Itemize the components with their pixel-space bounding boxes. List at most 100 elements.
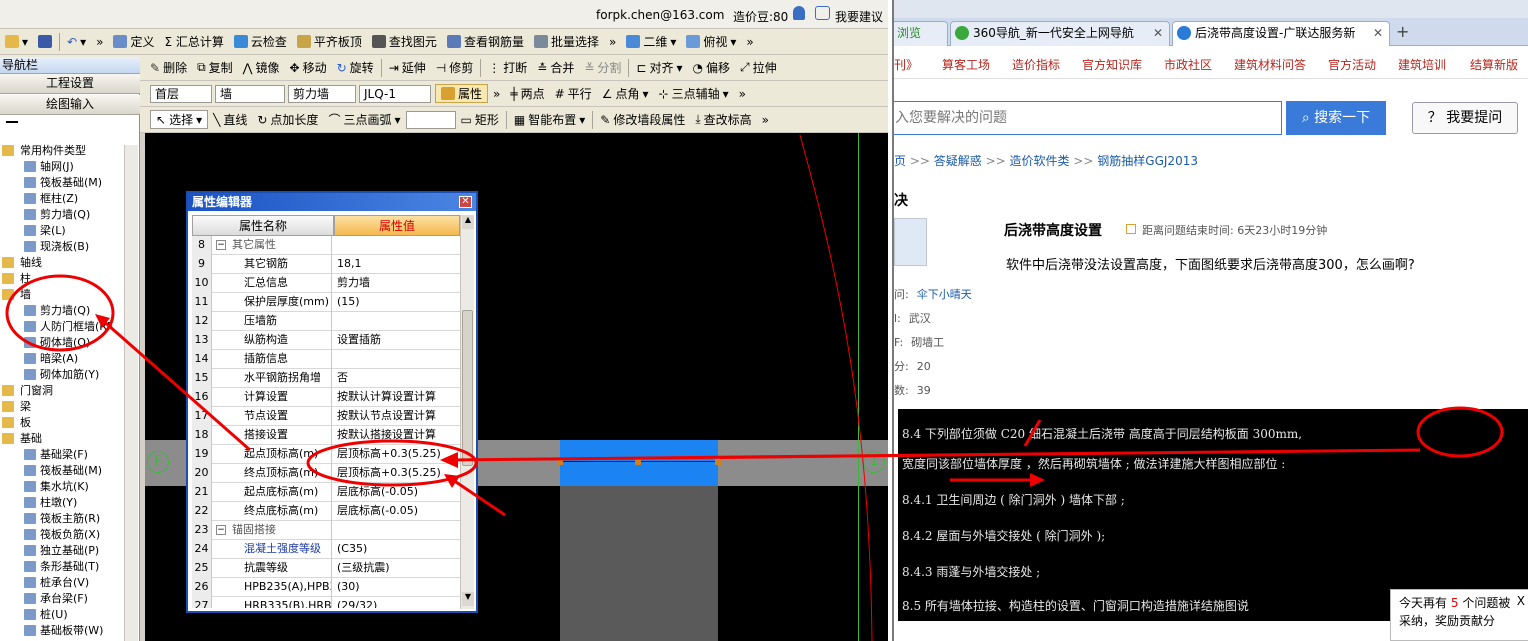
grip-point[interactable]	[557, 459, 563, 465]
align-top-button[interactable]: 平齐板顶	[292, 33, 367, 50]
tree-item[interactable]: 桩承台(V)	[0, 575, 124, 591]
property-row[interactable]: 19 起点顶标高(m) 层顶标高+0.3(5.25)	[192, 445, 460, 464]
tree-item[interactable]: 基础板带(W)	[0, 623, 124, 639]
floor-select[interactable]: 首层	[150, 84, 212, 103]
property-row[interactable]: 16 计算设置 按默认计算设置计算	[192, 388, 460, 407]
site-nav-link[interactable]: 结算新版	[1470, 56, 1518, 73]
view-rebar-button[interactable]: 查看钢筋量	[442, 33, 529, 50]
property-value[interactable]: 设置插筋	[337, 331, 460, 349]
property-value[interactable]: (30)	[337, 578, 460, 596]
tree-item[interactable]: 条形基础(T)	[0, 559, 124, 575]
three-point-arc-button[interactable]: ⌒ 三点画弧 ▾	[323, 111, 405, 128]
cloud-check-button[interactable]: 云检查	[229, 33, 292, 50]
smart-layout-button[interactable]: ▦ 智能布置 ▾	[509, 111, 590, 128]
property-value[interactable]: 层顶标高+0.3(5.25)	[337, 445, 460, 463]
breadcrumb-link[interactable]: 钢筋抽样GGJ2013	[1097, 154, 1198, 168]
tree-item[interactable]: 梁	[0, 399, 124, 415]
batch-select-button[interactable]: 批量选择	[529, 33, 604, 50]
search-input[interactable]: 入您要解决的问题	[894, 101, 1282, 135]
summary-calc-button[interactable]: Σ 汇总计算	[159, 33, 228, 50]
align-dropdown[interactable]: ⊏ 对齐 ▾	[631, 59, 687, 76]
component-subtype-select[interactable]: 剪力墙	[288, 84, 356, 103]
property-row[interactable]: 14 插筋信息	[192, 350, 460, 369]
property-row[interactable]: 9 其它钢筋 18,1	[192, 255, 460, 274]
avatar[interactable]	[894, 218, 927, 266]
tree-item[interactable]: 常用构件类型	[0, 143, 124, 159]
site-nav-link[interactable]: 官方活动	[1328, 56, 1376, 73]
split-button[interactable]: ≚ 分割	[579, 59, 626, 76]
collapse-icon[interactable]	[6, 121, 18, 123]
collapse-icon[interactable]: −	[216, 525, 226, 535]
suggest-link[interactable]: 我要建议	[835, 8, 883, 25]
site-nav-link[interactable]: 刊》	[894, 56, 918, 73]
property-value[interactable]: 按默认节点设置计算	[337, 407, 460, 425]
property-row[interactable]: 12 压墙筋	[192, 312, 460, 331]
copy-button[interactable]: ⧉ 复制	[192, 59, 238, 76]
property-row[interactable]: 18 搭接设置 按默认搭接设置计算	[192, 426, 460, 445]
tree-item[interactable]: 基础梁(F)	[0, 447, 124, 463]
tree-item[interactable]: 砌体墙(Q)	[0, 335, 124, 351]
ask-question-button[interactable]: ？ 我要提问	[1412, 102, 1518, 134]
tree-item[interactable]: 独立基础(P)	[0, 543, 124, 559]
property-row[interactable]: 10 汇总信息 剪力墙	[192, 274, 460, 293]
property-row[interactable]: 8 其它属性 −	[192, 236, 460, 255]
select-button[interactable]: ↖ 选择 ▾	[150, 110, 209, 129]
tree-item[interactable]: 板	[0, 415, 124, 431]
site-nav-link[interactable]: 算客工场	[942, 56, 990, 73]
tree-item[interactable]: 梁(L)	[0, 223, 124, 239]
tree-item[interactable]: 轴网(J)	[0, 159, 124, 175]
property-row[interactable]: 13 纵筋构造 设置插筋	[192, 331, 460, 350]
top-view-dropdown[interactable]: 俯视 ▾	[681, 33, 741, 50]
tree-item[interactable]: 轴线	[0, 255, 124, 271]
trim-button[interactable]: ⊣ 修剪	[431, 59, 478, 76]
two-point-button[interactable]: ╪ 两点	[505, 85, 549, 102]
property-value[interactable]: (15)	[337, 293, 460, 311]
property-scrollbar[interactable]: ▲ ▼	[460, 215, 474, 609]
tab-360-nav[interactable]: 360导航_新一代安全上网导航 ✕	[950, 21, 1170, 46]
property-value[interactable]: 否	[337, 369, 460, 387]
break-button[interactable]: ⋮ 打断	[483, 59, 532, 76]
stretch-button[interactable]: ⤢ 拉伸	[735, 59, 782, 76]
property-row[interactable]: 26 HPB235(A),HPB3 (30)	[192, 578, 460, 597]
properties-button[interactable]: 属性	[435, 84, 489, 103]
point-angle-button[interactable]: ∠ 点角 ▾	[597, 85, 654, 102]
site-nav-link[interactable]: 造价指标	[1012, 56, 1060, 73]
close-icon[interactable]: ✕	[459, 196, 472, 208]
property-value[interactable]: (29/32)	[337, 597, 460, 608]
property-row[interactable]: 17 节点设置 按默认节点设置计算	[192, 407, 460, 426]
tree-item[interactable]: 剪力墙(Q)	[0, 207, 124, 223]
tab-browse[interactable]: 浏览	[894, 21, 948, 46]
open-button[interactable]: ▾	[0, 35, 33, 49]
tree-item[interactable]: 暗梁(A)	[0, 351, 124, 367]
bell-icon[interactable]	[793, 6, 805, 20]
view-2d-dropdown[interactable]: 二维 ▾	[621, 33, 681, 50]
scroll-thumb[interactable]	[462, 310, 473, 466]
parallel-button[interactable]: # 平行	[550, 85, 597, 102]
tree-item[interactable]: 柱墩(Y)	[0, 495, 124, 511]
arc-option-select[interactable]	[405, 110, 456, 129]
property-row[interactable]: 25 抗震等级 (三级抗震)	[192, 559, 460, 578]
tree-item[interactable]: 集水坑(K)	[0, 479, 124, 495]
property-value[interactable]: (C35)	[337, 540, 460, 558]
property-value[interactable]: 按默认计算设置计算	[337, 388, 460, 406]
breadcrumb-link[interactable]: 页	[894, 154, 906, 168]
tree-item[interactable]: 剪力墙(Q)	[0, 303, 124, 319]
rectangle-button[interactable]: ▭ 矩形	[456, 111, 504, 128]
property-row[interactable]: 27 HRB335(B),HRB3 (29/32)	[192, 597, 460, 608]
site-nav-link[interactable]: 官方知识库	[1082, 56, 1142, 73]
site-nav-link[interactable]: 市政社区	[1164, 56, 1212, 73]
tree-item[interactable]: 墙	[0, 287, 124, 303]
breadcrumb-link[interactable]: 答疑解惑	[934, 154, 982, 168]
tree-item[interactable]: 筏板基础(M)	[0, 175, 124, 191]
mirror-button[interactable]: ⋀ 镜像	[238, 59, 285, 76]
site-nav-link[interactable]: 建筑培训	[1398, 56, 1446, 73]
three-point-axis-button[interactable]: ⊹ 三点辅轴 ▾	[654, 85, 734, 102]
extend-button[interactable]: ⇥ 延伸	[384, 59, 431, 76]
tree-item[interactable]: 门窗洞	[0, 383, 124, 399]
close-icon[interactable]: X	[1517, 592, 1525, 610]
tree-item[interactable]: 筏板基础(M)	[0, 463, 124, 479]
breadcrumb-link[interactable]: 造价软件类	[1010, 154, 1070, 168]
tree-item[interactable]: 框柱(Z)	[0, 191, 124, 207]
property-row[interactable]: 24 混凝土强度等级 (C35)	[192, 540, 460, 559]
tab-active-question[interactable]: 后浇带高度设置-广联达服务新 ✕	[1172, 21, 1390, 46]
